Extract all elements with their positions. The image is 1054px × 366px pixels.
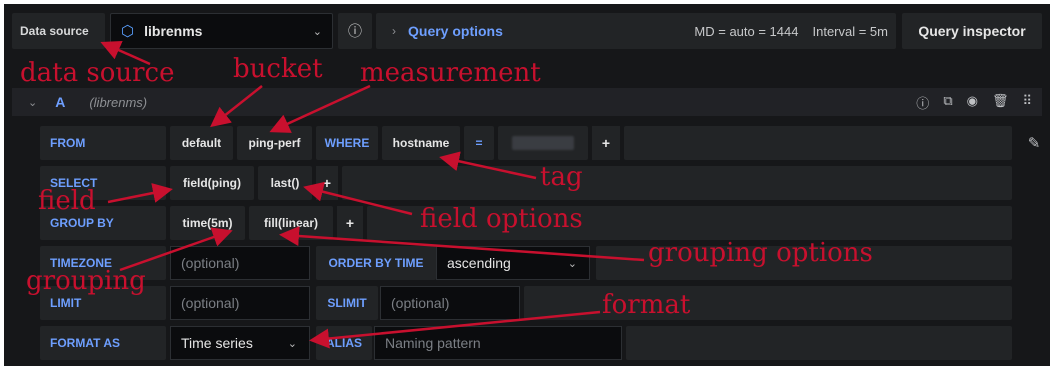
from-bucket-segment[interactable]: default xyxy=(170,126,233,160)
annotation-tag: tag xyxy=(540,162,583,192)
annotation-field-options: field options xyxy=(420,204,583,234)
from-label-box: FROM xyxy=(40,126,166,160)
measurement-value: ping-perf xyxy=(248,136,301,150)
format-select[interactable]: Time series ⌄ xyxy=(170,326,310,360)
bucket-value: default xyxy=(181,136,222,150)
order-value: ascending xyxy=(447,255,511,271)
query-inspector-label: Query inspector xyxy=(918,23,1026,39)
data-source-select[interactable]: ⬡ librenms ⌄ xyxy=(110,13,333,49)
format-row-filler xyxy=(626,326,1012,360)
alias-placeholder: Naming pattern xyxy=(385,335,481,351)
query-row-header[interactable]: ⌄ A (librenms) ⓘ ⧉ ◉ 🗑 ⠿ xyxy=(12,88,1042,116)
where-tag-segment[interactable]: hostname xyxy=(382,126,460,160)
where-label-box: WHERE xyxy=(316,126,378,160)
annotation-grouping-options: grouping options xyxy=(648,238,873,268)
data-source-label-box: Data source xyxy=(12,13,105,49)
group-fill-segment[interactable]: fill(linear) xyxy=(249,206,333,240)
where-add-button[interactable]: + xyxy=(592,126,620,160)
data-source-label: Data source xyxy=(20,24,89,38)
collapse-chevron-icon: ⌄ xyxy=(28,96,38,109)
operator-value: = xyxy=(475,136,483,150)
database-icon: ⬡ xyxy=(121,23,135,40)
select-function-segment[interactable]: last() xyxy=(258,166,312,200)
query-datasource-name: (librenms) xyxy=(89,94,148,110)
group-time-segment[interactable]: time(5m) xyxy=(170,206,245,240)
annotation-measurement: measurement xyxy=(360,58,541,88)
annotation-bucket: bucket xyxy=(233,54,323,84)
where-value-segment[interactable] xyxy=(498,126,588,160)
function-value: last() xyxy=(270,176,300,190)
timezone-placeholder: (optional) xyxy=(181,255,240,271)
help-icon[interactable]: ⓘ xyxy=(916,93,929,112)
trash-icon[interactable]: 🗑 xyxy=(992,93,1009,112)
drag-handle-icon[interactable]: ⠿ xyxy=(1022,93,1032,112)
chevron-right-icon: › xyxy=(392,24,396,38)
select-row-filler xyxy=(342,166,1012,200)
limit-row-filler xyxy=(524,286,1012,320)
limit-label: LIMIT xyxy=(50,296,82,310)
format-value: Time series xyxy=(181,335,253,351)
format-label-box: FORMAT AS xyxy=(40,326,166,360)
order-label-box: ORDER BY TIME xyxy=(316,246,436,280)
redacted-value xyxy=(512,136,574,150)
pencil-icon[interactable]: ✎ xyxy=(1022,128,1046,158)
limit-input[interactable]: (optional) xyxy=(170,286,310,320)
alias-input[interactable]: Naming pattern xyxy=(374,326,622,360)
query-letter: A xyxy=(55,94,66,110)
plus-icon: + xyxy=(345,215,355,231)
question-icon: ⓘ xyxy=(348,23,362,39)
annotation-data-source: data source xyxy=(20,58,175,88)
chevron-down-icon: ⌄ xyxy=(567,257,577,270)
group-fill-value: fill(linear) xyxy=(263,216,318,230)
chevron-down-icon: ⌄ xyxy=(312,25,322,38)
where-operator-segment[interactable]: = xyxy=(464,126,494,160)
timezone-input[interactable]: (optional) xyxy=(170,246,310,280)
slimit-label: SLIMIT xyxy=(327,296,367,310)
order-select[interactable]: ascending ⌄ xyxy=(436,246,590,280)
select-field-segment[interactable]: field(ping) xyxy=(170,166,254,200)
from-measurement-segment[interactable]: ping-perf xyxy=(237,126,312,160)
limit-placeholder: (optional) xyxy=(181,295,240,311)
help-button[interactable]: ⓘ xyxy=(338,13,372,49)
eye-icon[interactable]: ◉ xyxy=(967,93,978,112)
alias-label-box: ALIAS xyxy=(316,326,372,360)
chevron-down-icon: ⌄ xyxy=(287,337,297,350)
slimit-input[interactable]: (optional) xyxy=(380,286,520,320)
from-label: FROM xyxy=(50,136,86,150)
data-source-name: librenms xyxy=(144,23,203,39)
group-add-button[interactable]: + xyxy=(337,206,363,240)
duplicate-icon[interactable]: ⧉ xyxy=(943,93,952,112)
group-time-value: time(5m) xyxy=(182,216,233,230)
annotation-grouping: grouping xyxy=(26,266,146,296)
annotation-field: field xyxy=(38,186,96,216)
format-as-label: FORMAT AS xyxy=(50,336,120,350)
plus-icon: + xyxy=(601,135,611,151)
query-options-label: Query options xyxy=(408,23,503,39)
query-inspector-button[interactable]: Query inspector xyxy=(902,13,1042,49)
order-by-time-label: ORDER BY TIME xyxy=(328,256,424,270)
tag-key-value: hostname xyxy=(392,136,450,150)
slimit-placeholder: (optional) xyxy=(391,295,450,311)
from-row-filler xyxy=(624,126,1012,160)
field-value: field(ping) xyxy=(183,176,241,190)
slimit-label-box: SLIMIT xyxy=(316,286,378,320)
plus-icon: + xyxy=(322,175,332,191)
interval-text: Interval = 5m xyxy=(812,23,888,39)
annotation-format: format xyxy=(602,290,691,320)
max-data-points-text: MD = auto = 1444 xyxy=(694,23,799,39)
query-options-bar[interactable]: › Query options MD = auto = 1444 Interva… xyxy=(376,13,896,49)
select-add-button[interactable]: + xyxy=(316,166,338,200)
group-by-label: GROUP BY xyxy=(50,216,114,230)
alias-label: ALIAS xyxy=(326,336,362,350)
where-label: WHERE xyxy=(324,136,370,150)
